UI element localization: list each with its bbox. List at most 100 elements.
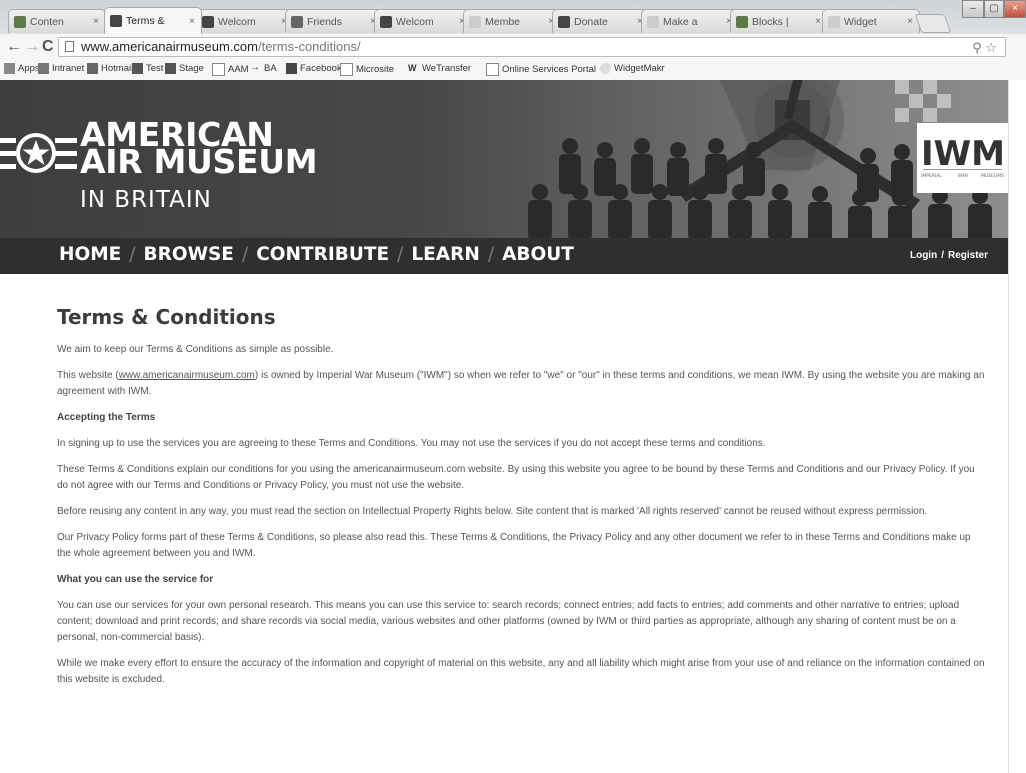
bookmark-aam[interactable]: AAM [212, 63, 249, 76]
nav-separator: / [241, 244, 249, 265]
tab-label: Welcom [218, 15, 256, 28]
tab-7[interactable]: Donate× [552, 9, 650, 33]
bookmark-online-services-portal[interactable]: Online Services Portal [486, 63, 596, 76]
page-icon [340, 63, 353, 76]
ownership-paragraph: This website (www.americanairmuseum.com)… [57, 368, 987, 400]
site-icon [132, 63, 143, 74]
bookmark-widgetmakr[interactable]: WidgetMakr [600, 63, 665, 74]
tab-5[interactable]: Welcom× [374, 9, 472, 33]
bookmark-ba[interactable]: → BA [250, 63, 277, 75]
bookmark-apps[interactable]: Apps [4, 63, 40, 74]
site-header: AMERICAN AIR MUSEUM IN BRITAIN IWM IMPER… [0, 80, 1008, 238]
register-link[interactable]: Register [948, 250, 988, 261]
forward-icon[interactable]: → [24, 39, 40, 55]
site-icon [165, 63, 176, 74]
login-link[interactable]: Login [910, 250, 937, 261]
browser-toolbar: ← → C www.americanairmuseum.com/terms-co… [0, 34, 1026, 60]
bookmark-label: BA [264, 63, 277, 74]
page-scrollbar[interactable] [1008, 80, 1026, 773]
tab-2[interactable]: Terms & × [104, 7, 202, 34]
section-heading-accepting: Accepting the Terms [57, 412, 156, 423]
tab-label: Welcom [396, 15, 434, 28]
tab-label: Friends [307, 15, 343, 28]
maximize-button[interactable]: ▢ [984, 0, 1004, 18]
bookmark-test[interactable]: Test [132, 63, 163, 74]
reload-icon[interactable]: C [42, 39, 54, 55]
tab-4[interactable]: Friends× [285, 9, 383, 33]
auth-links: Login / Register [910, 250, 988, 261]
close-window-button[interactable]: × [1004, 0, 1026, 18]
back-icon[interactable]: ← [6, 39, 22, 55]
page-icon [486, 63, 499, 76]
intranet-icon [38, 63, 49, 74]
bookmark-hotmail[interactable]: Hotmail [87, 63, 133, 74]
favicon-icon [647, 15, 659, 28]
minimize-button[interactable]: – [962, 0, 984, 18]
tab-label: Widget [844, 15, 877, 28]
wetransfer-icon: W [408, 63, 417, 73]
accepting-paragraph-2: These Terms & Conditions explain our con… [57, 464, 975, 491]
bookmark-label: WeTransfer [422, 63, 472, 74]
tab-6[interactable]: Membe× [463, 9, 561, 33]
favicon-icon [828, 15, 840, 28]
nav-item-learn[interactable]: LEARN [411, 244, 479, 265]
bookmark-stage[interactable]: Stage [165, 63, 204, 74]
nav-menu: HOME / BROWSE / CONTRIBUTE / LEARN / ABOUT [59, 244, 574, 265]
iwm-logo[interactable]: IWM IMPERIAL WAR MUSEUMS [917, 123, 1008, 193]
tab-9[interactable]: Blocks | × [730, 9, 828, 33]
favicon-icon [736, 15, 748, 28]
bookmark-label: Intranet [52, 63, 85, 74]
favicon-icon [469, 15, 481, 28]
new-tab-button[interactable] [914, 14, 952, 33]
tab-label: Membe [485, 15, 521, 28]
favicon-icon [110, 15, 122, 27]
logo-line-2: AIR MUSEUM [80, 142, 318, 181]
bookmark-label: Hotmail [101, 63, 134, 74]
tab-close-icon[interactable]: × [93, 16, 99, 27]
website-link[interactable]: www.americanairmuseum.com [119, 370, 255, 381]
accepting-paragraph-4: Our Privacy Policy forms part of these T… [57, 532, 971, 559]
page-icon [65, 41, 74, 52]
accepting-paragraph-3: Before reusing any content in any way, y… [57, 506, 928, 517]
nav-item-home[interactable]: HOME [59, 244, 121, 265]
ownership-text-before: This website ( [57, 370, 119, 381]
site-logo-title[interactable]: AMERICAN AIR MUSEUM [80, 118, 318, 181]
bookmark-facebook[interactable]: Facebook [286, 63, 342, 74]
address-bar[interactable]: www.americanairmuseum.com/terms-conditio… [58, 37, 1006, 57]
page-title: Terms & Conditions [57, 305, 276, 329]
section-heading-use: What you can use the service for [57, 574, 214, 585]
widget-icon [600, 63, 611, 74]
bookmark-label: AAM [228, 64, 249, 75]
nav-separator: / [397, 244, 404, 265]
bookmark-microsite[interactable]: Microsite [340, 63, 394, 76]
bookmark-label: Online Services Portal [502, 64, 596, 75]
zoom-star-icons[interactable]: ⚲ ☆ [972, 39, 997, 57]
tab-close-icon[interactable]: × [815, 16, 821, 27]
bookmark-wetransfer[interactable]: W WeTransfer [408, 63, 471, 74]
tab-3[interactable]: Welcom× [196, 9, 294, 33]
iwm-left-text: IMPERIAL [921, 173, 942, 179]
tab-label: Make a [663, 15, 698, 28]
nav-item-browse[interactable]: BROWSE [144, 244, 234, 265]
bookmark-label: WidgetMakr [614, 63, 665, 74]
tab-close-icon[interactable]: × [907, 16, 913, 27]
bookmark-label: Stage [179, 63, 204, 74]
nav-separator: / [487, 244, 495, 265]
browser-chrome: Conten×Terms &×Welcom×Friends×Welcom×Mem… [0, 0, 1026, 81]
nav-item-about[interactable]: ABOUT [502, 244, 574, 265]
accepting-paragraph-1: In signing up to use the services you ar… [57, 438, 766, 449]
use-paragraph-1: You can use our services for your own pe… [57, 600, 960, 643]
tab-close-icon[interactable]: × [189, 16, 195, 27]
bookmark-label: Microsite [356, 64, 395, 75]
logo-line-3: IN BRITAIN [80, 187, 212, 213]
facebook-icon [286, 63, 297, 74]
tab-1[interactable]: Conten × [8, 9, 106, 33]
iwm-center-text: WAR [958, 173, 968, 179]
tab-8[interactable]: Make a× [641, 9, 739, 33]
bookmark-label: Test [146, 63, 164, 74]
tab-10[interactable]: Widget × [822, 9, 920, 33]
nav-item-contribute[interactable]: CONTRIBUTE [256, 244, 389, 265]
bookmark-label: Facebook [300, 63, 342, 74]
bookmark-intranet[interactable]: Intranet [38, 63, 84, 74]
favicon-icon [14, 15, 26, 28]
